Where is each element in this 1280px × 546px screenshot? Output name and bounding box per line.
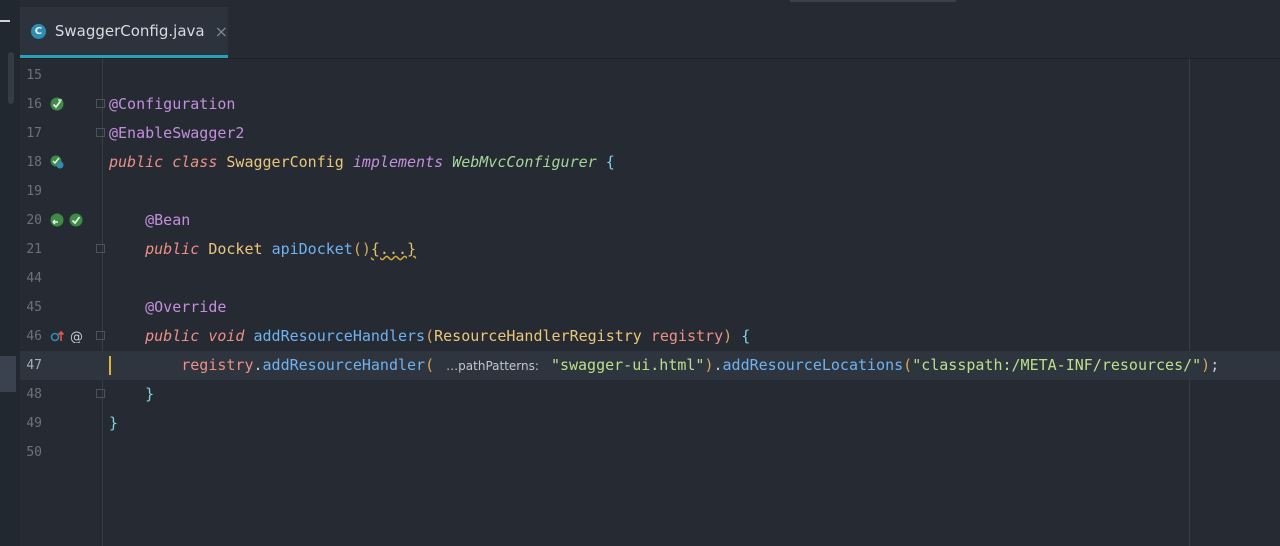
current-code-line[interactable]: 47 registry.addResourceHandler( …pathPat… [20,351,1280,380]
at-symbol-icon[interactable]: @ [69,329,83,343]
keyword-token: implements [352,153,444,171]
tool-window-strip [0,0,20,546]
line-number: 47 [26,358,42,373]
line-number: 45 [26,300,42,315]
code-line[interactable]: 16 @Configuration [20,90,1280,119]
class-name-token: ResourceHandlerRegistry [434,327,642,345]
code-text: @Configuration [109,90,235,119]
brace-token: } [145,385,155,403]
annotation-token: @Bean [145,211,191,229]
code-line[interactable]: 20 @Bean [20,206,1280,235]
paren-token: ( [425,356,435,374]
keyword-token: public [109,153,164,171]
selected-strip-marker [0,356,16,392]
paren-token: ( [903,356,913,374]
parameter-hint: …pathPatterns: [443,359,542,373]
method-name-token: addResourceLocations [722,356,904,374]
line-number: 16 [26,97,42,112]
tab-swaggerconfig[interactable]: C SwaggerConfig.java × [20,7,228,58]
code-line[interactable]: 15 [20,61,1280,90]
line-number: 19 [26,184,42,199]
code-text: public Docket apiDocket(){...} [109,235,416,264]
line-number: 15 [26,68,42,83]
code-line[interactable]: 50 [20,438,1280,467]
fold-marker[interactable] [96,244,105,253]
close-icon[interactable]: × [215,22,228,41]
code-line[interactable]: 44 [20,264,1280,293]
project-scroll-thumb[interactable] [8,52,14,104]
brace-token: { [605,153,615,171]
method-name-token: addResourceHandlers [253,327,426,345]
method-name-token: apiDocket [271,240,353,258]
paren-token: ) [1201,356,1211,374]
brace-token: { [741,327,751,345]
dot-token: . [713,356,723,374]
annotation-token: @EnableSwagger2 [109,124,245,142]
svg-text:@: @ [70,330,83,343]
code-line[interactable]: 45 @Override [20,293,1280,322]
fold-marker[interactable] [96,99,105,108]
folded-code-block[interactable]: {...} [371,240,416,258]
semicolon-token: ; [1210,356,1220,374]
line-number: 21 [26,242,42,257]
string-token: "classpath:/META-INF/resources/" [912,356,1202,374]
interface-name-token: WebMvcConfigurer [452,153,597,171]
keyword-token: public [145,327,200,345]
tab-bar-top-line [790,0,956,2]
code-text: @EnableSwagger2 [109,119,244,148]
override-up-icon[interactable] [50,329,64,343]
code-text: public class SwaggerConfig implements We… [109,148,615,177]
line-number: 50 [26,445,42,460]
code-text: registry.addResourceHandler( …pathPatter… [109,351,1219,381]
bean-config-icon[interactable] [69,213,83,227]
class-name-token: SwaggerConfig [226,153,344,171]
line-number: 44 [26,271,42,286]
editor-tab-bar: C SwaggerConfig.java × [20,0,1280,59]
parameter-token: registry [650,327,724,345]
line-number: 17 [26,126,42,141]
line-number: 18 [26,155,42,170]
keyword-token: public [145,240,200,258]
bean-config-icon[interactable] [50,97,64,111]
tab-label: SwaggerConfig.java [54,22,205,40]
minimize-icon[interactable] [0,20,10,22]
keyword-token: void [208,327,245,345]
fold-marker[interactable] [96,128,105,137]
code-line[interactable]: 48 } [20,380,1280,409]
line-number: 20 [26,213,42,228]
paren-token: ) [723,327,733,345]
class-name-token: Docket [208,240,263,258]
fold-marker[interactable] [96,389,105,398]
line-number: 48 [26,387,42,402]
annotation-token: @Override [145,298,227,316]
code-text: } [109,409,118,438]
code-line[interactable]: 49 } [20,409,1280,438]
navigate-bean-icon[interactable] [50,213,64,227]
paren-token: () [352,240,371,258]
code-editor[interactable]: 15 16 @Configuration 17 @EnableSwagger2 … [20,59,1280,546]
code-text: @Bean [109,206,190,235]
annotation-token: @Configuration [109,95,236,113]
code-line[interactable]: 46 @ public void addResourceHandlers(Res… [20,322,1280,351]
method-name-token: addResourceHandler [262,356,426,374]
code-line[interactable]: 18 public class SwaggerConfig implements… [20,148,1280,177]
code-line[interactable]: 21 public Docket apiDocket(){...} [20,235,1280,264]
paren-token: ) [704,356,714,374]
code-line[interactable]: 19 [20,177,1280,206]
dot-token: . [253,356,263,374]
fold-marker[interactable] [96,331,105,340]
variable-token: registry [181,356,254,374]
code-text: public void addResourceHandlers(Resource… [109,322,750,351]
brace-token: } [109,414,119,432]
code-line[interactable]: 17 @EnableSwagger2 [20,119,1280,148]
code-text: } [109,380,154,409]
paren-token: ( [425,327,435,345]
line-number: 49 [26,416,42,431]
string-token: "swagger-ui.html" [550,356,705,374]
keyword-token: class [172,153,218,171]
java-class-icon: C [31,23,46,39]
code-text: @Override [109,293,226,322]
line-number: 46 [26,329,42,344]
bean-class-icon[interactable] [50,155,64,169]
